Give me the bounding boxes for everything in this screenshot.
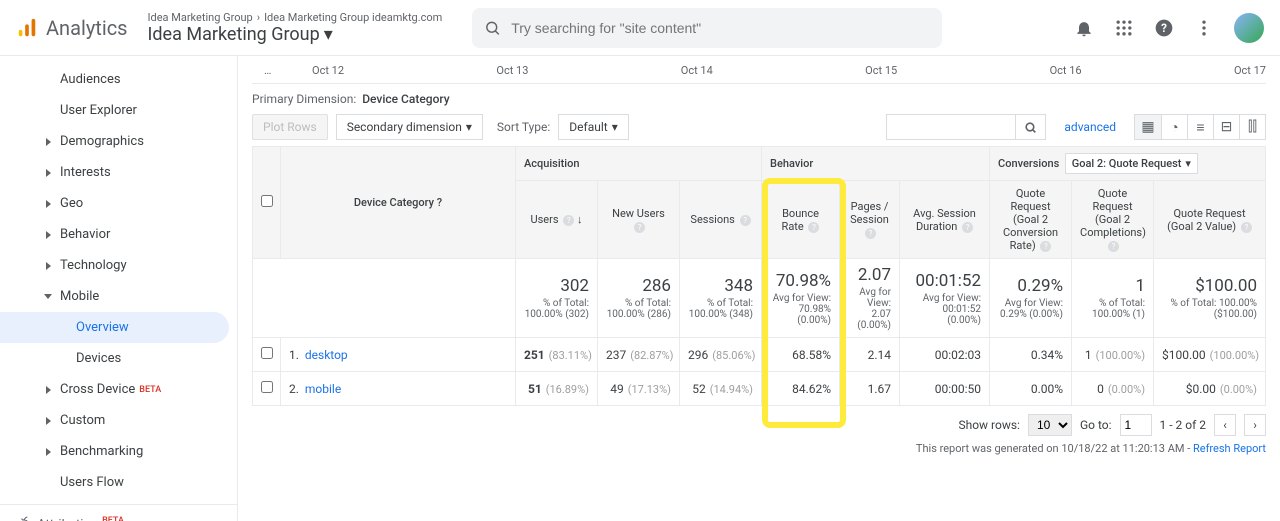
prev-page-button[interactable]: ‹: [1214, 414, 1236, 436]
col-goal-value[interactable]: Quote Request (Goal 2 Value) ?: [1154, 181, 1266, 259]
sort-down-icon: ↓: [577, 213, 583, 226]
logo-text: Analytics: [46, 16, 128, 40]
col-new-users[interactable]: New Users ?: [598, 181, 680, 259]
data-table: Device Category ? Acquisition Behavior C…: [252, 146, 1266, 406]
sort-type-label: Sort Type:: [497, 120, 550, 134]
col-pages-session[interactable]: Pages / Session ?: [840, 181, 900, 259]
summary-row: 302% of Total: 100.00% (302) 286% of Tot…: [253, 259, 1266, 338]
analytics-icon: [16, 17, 38, 39]
sort-type-dropdown[interactable]: Default ▾: [558, 114, 628, 140]
view-pie-icon[interactable]: ◔: [1161, 115, 1187, 139]
account-name: Idea Marketing Group: [148, 24, 320, 45]
main-content: … Oct 12 Oct 13 Oct 14 Oct 15 Oct 16 Oct…: [238, 56, 1280, 521]
select-all-checkbox[interactable]: [253, 147, 281, 259]
search-icon: [1024, 121, 1037, 134]
svg-text:?: ?: [1161, 21, 1167, 35]
view-table-icon[interactable]: ▦: [1135, 115, 1161, 139]
sidebar-item-technology[interactable]: Technology: [0, 250, 237, 281]
sidebar-item-users-flow[interactable]: Users Flow: [0, 467, 237, 498]
attribution-icon: న: [20, 515, 29, 521]
breadcrumb[interactable]: Idea Marketing Group › Idea Marketing Gr…: [148, 11, 443, 45]
sidebar-item-user-explorer[interactable]: User Explorer: [0, 95, 237, 126]
bell-icon[interactable]: [1074, 18, 1094, 38]
sidebar-item-custom[interactable]: Custom: [0, 405, 237, 436]
breadcrumb-1: Idea Marketing Group: [148, 11, 253, 24]
logo[interactable]: Analytics: [16, 16, 128, 40]
sidebar-item-behavior[interactable]: Behavior: [0, 219, 237, 250]
sidebar-item-interests[interactable]: Interests: [0, 157, 237, 188]
apps-icon[interactable]: [1114, 18, 1134, 38]
chart-date-axis: … Oct 12 Oct 13 Oct 14 Oct 15 Oct 16 Oct…: [252, 64, 1266, 84]
table-row: 1. desktop 251(83.11%) 237(82.87%) 296(8…: [253, 338, 1266, 372]
col-users[interactable]: Users ? ↓: [516, 181, 598, 259]
view-toggles: ▦ ◔ ≡ ⊟ ⫿⫿: [1134, 114, 1266, 140]
refresh-report-link[interactable]: Refresh Report: [1193, 442, 1266, 455]
col-avg-session-duration[interactable]: Avg. Session Duration ?: [900, 181, 990, 259]
col-sessions[interactable]: Sessions ?: [680, 181, 762, 259]
breadcrumb-2: Idea Marketing Group ideamktg.com: [264, 11, 442, 24]
help-icon[interactable]: ?: [1154, 18, 1174, 38]
sidebar-item-mobile[interactable]: Mobile: [0, 281, 237, 312]
view-pivot-icon[interactable]: ⫿⫿: [1239, 115, 1265, 139]
group-behavior: Behavior: [762, 147, 990, 181]
sidebar-item-demographics[interactable]: Demographics: [0, 126, 237, 157]
goto-input[interactable]: [1120, 414, 1152, 436]
generated-note: This report was generated on 10/18/22 at…: [252, 442, 1266, 455]
col-conversion-rate[interactable]: Quote Request (Goal 2 Conversion Rate) ?: [990, 181, 1072, 259]
col-bounce-rate[interactable]: Bounce Rate ?: [762, 181, 840, 259]
table-search-button[interactable]: [1016, 114, 1046, 140]
show-rows-label: Show rows:: [958, 418, 1019, 432]
sidebar-item-attribution[interactable]: న AttributionBETA: [0, 504, 237, 521]
caret-down-icon: ▾: [466, 120, 472, 134]
page-range: 1 - 2 of 2: [1160, 418, 1206, 432]
sidebar-item-geo[interactable]: Geo: [0, 188, 237, 219]
sidebar-item-benchmarking[interactable]: Benchmarking: [0, 436, 237, 467]
next-page-button[interactable]: ›: [1244, 414, 1266, 436]
table-search-input[interactable]: [886, 114, 1016, 140]
goal-select[interactable]: Goal 2: Quote Request ▾: [1065, 153, 1198, 174]
sidebar-sub-overview[interactable]: Overview: [0, 312, 229, 343]
sidebar-item-audiences[interactable]: Audiences: [0, 64, 237, 95]
col-device-category[interactable]: Device Category ?: [281, 147, 516, 259]
sidebar-item-cross-device[interactable]: Cross DeviceBETA: [0, 374, 237, 405]
group-conversions: Conversions Goal 2: Quote Request ▾: [990, 147, 1266, 181]
primary-dimension: Primary Dimension: Device Category: [252, 84, 1266, 114]
sidebar-sub-devices[interactable]: Devices: [0, 343, 237, 374]
beta-badge: BETA: [139, 385, 161, 395]
advanced-link[interactable]: advanced: [1064, 120, 1116, 134]
show-rows-select[interactable]: 10: [1028, 414, 1072, 436]
row-checkbox[interactable]: [261, 347, 273, 359]
goto-label: Go to:: [1080, 418, 1112, 432]
help-icon[interactable]: ?: [437, 196, 442, 209]
group-acquisition: Acquisition: [516, 147, 762, 181]
plot-rows-button: Plot Rows: [252, 114, 328, 140]
chart-ellipsis: …: [264, 64, 271, 77]
search-box[interactable]: [472, 8, 942, 48]
more-vert-icon[interactable]: [1194, 18, 1214, 38]
table-row: 2. mobile 51(16.89%) 49(17.13%) 52(14.94…: [253, 372, 1266, 406]
caret-down-icon: ▾: [324, 24, 333, 45]
sidebar: Audiences User Explorer Demographics Int…: [0, 56, 238, 521]
row-checkbox[interactable]: [261, 381, 273, 393]
search-icon: [484, 19, 501, 37]
view-comp-icon[interactable]: ⊟: [1213, 115, 1239, 139]
search-input[interactable]: [511, 20, 930, 36]
avatar[interactable]: [1234, 13, 1264, 43]
secondary-dimension-dropdown[interactable]: Secondary dimension ▾: [336, 114, 483, 140]
caret-down-icon: ▾: [612, 120, 618, 134]
col-completions[interactable]: Quote Request (Goal 2 Completions) ?: [1072, 181, 1154, 259]
view-bar-icon[interactable]: ≡: [1187, 115, 1213, 139]
